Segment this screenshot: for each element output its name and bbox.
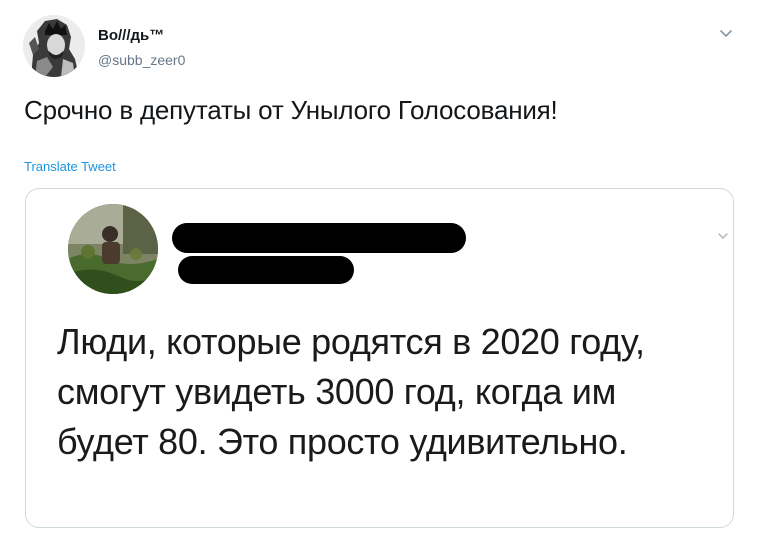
translate-tweet-link[interactable]: Translate Tweet — [24, 159, 116, 174]
redaction-bar — [172, 223, 466, 253]
chevron-down-icon[interactable] — [716, 26, 736, 42]
tweet: Во///дь™ @subb_zeer0 Срочно в депутаты о… — [0, 0, 762, 544]
quoted-avatar — [68, 204, 158, 294]
author-handle[interactable]: @subb_zeer0 — [98, 52, 185, 68]
chevron-down-icon[interactable] — [716, 231, 730, 241]
author-name[interactable]: Во///дь™ — [98, 27, 164, 44]
author-avatar[interactable] — [23, 15, 85, 77]
redaction-bar — [178, 256, 354, 284]
quoted-tweet-card[interactable]: Люди, которые родятся в 2020 году, смогу… — [25, 188, 734, 528]
portrait-illustration-icon — [23, 15, 85, 77]
tweet-text: Срочно в депутаты от Унылого Голосования… — [24, 95, 558, 125]
quoted-tweet-text: Люди, которые родятся в 2020 году, смогу… — [57, 321, 645, 462]
